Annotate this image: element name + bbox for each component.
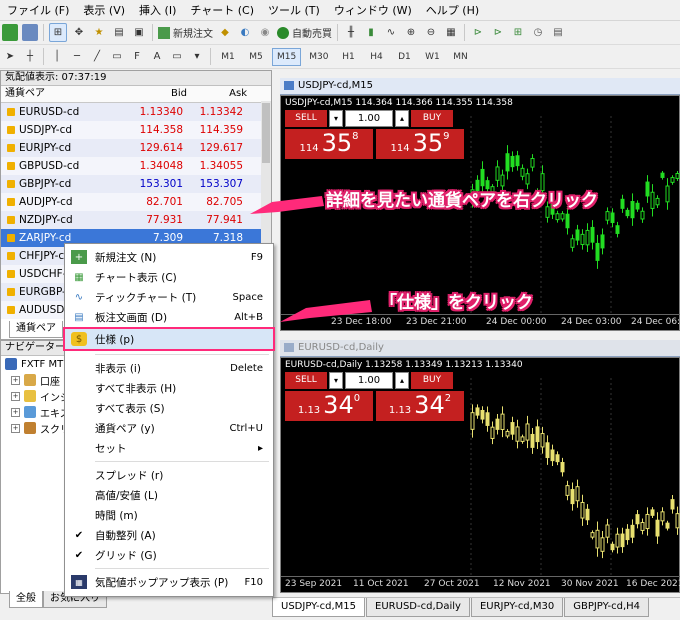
arrow-to-menu <box>280 300 372 322</box>
annotation-arrows <box>250 196 372 322</box>
annotation-click-spec: 「仕様」をクリック <box>380 293 533 313</box>
arrow-to-row <box>250 196 324 214</box>
annotation-right-click: 詳細を見たい通貨ペアを右クリック <box>326 191 598 211</box>
